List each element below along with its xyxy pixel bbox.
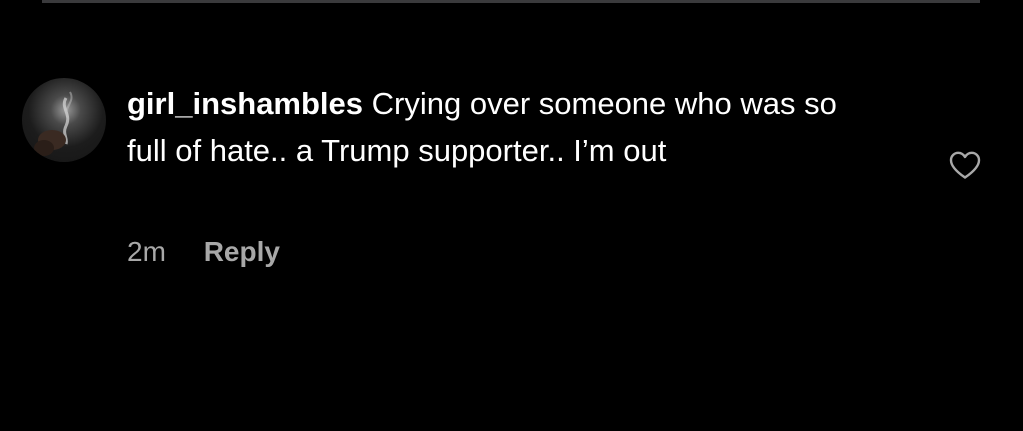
- comment-body: girl_inshambles Crying over someone who …: [127, 80, 867, 174]
- comment-timestamp: 2m: [127, 236, 166, 267]
- like-button[interactable]: [948, 150, 982, 180]
- reply-button[interactable]: Reply: [204, 236, 280, 267]
- comment-meta: 2m Reply: [127, 232, 280, 272]
- top-divider: [42, 0, 980, 3]
- comment-username[interactable]: girl_inshambles: [127, 86, 363, 121]
- avatar-image: [34, 91, 73, 156]
- avatar[interactable]: [22, 78, 106, 162]
- heart-outline-icon: [949, 151, 981, 179]
